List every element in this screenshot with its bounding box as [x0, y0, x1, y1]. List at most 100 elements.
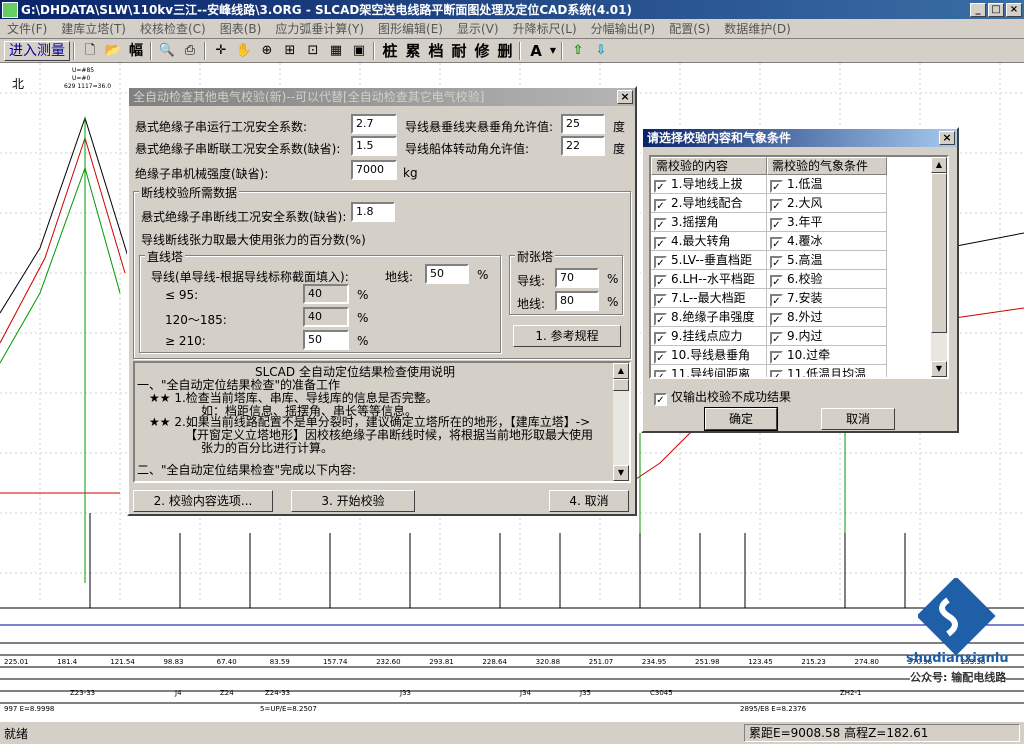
content-cell[interactable]: 2.导地线配合: [651, 194, 767, 213]
insulator-strength-input[interactable]: 7000: [351, 160, 397, 180]
range-210-input[interactable]: 50: [303, 330, 349, 350]
weather-checkbox[interactable]: [770, 256, 783, 269]
weather-checkbox[interactable]: [770, 351, 783, 364]
weather-cell[interactable]: 3.年平: [767, 213, 887, 232]
list-item[interactable]: 1.导地线上拔 1.低温: [651, 175, 887, 194]
toolbar-cumulative-button[interactable]: 累: [402, 41, 424, 61]
content-checkbox[interactable]: [654, 370, 667, 377]
rotation-angle-input[interactable]: 22: [561, 136, 605, 156]
column-header-content[interactable]: 需校验的内容: [651, 157, 767, 175]
toolbar-stake-button[interactable]: 桩: [379, 41, 401, 61]
weather-cell[interactable]: 1.低温: [767, 175, 887, 194]
weather-cell[interactable]: 10.过牵: [767, 346, 887, 365]
zoom-extent-icon[interactable]: ⊡: [302, 41, 324, 61]
straight-ground-input[interactable]: 50: [425, 264, 469, 284]
print-preview-icon[interactable]: 🔍: [156, 41, 178, 61]
cancel-button[interactable]: 取消: [821, 408, 895, 430]
scroll-down-icon[interactable]: ▼: [931, 361, 947, 377]
cancel-check-button[interactable]: 4. 取消: [549, 490, 629, 512]
maximize-button[interactable]: □: [988, 2, 1004, 17]
scroll-thumb[interactable]: [613, 379, 629, 391]
list-item[interactable]: 5.LV--垂直档距 5.高温: [651, 251, 887, 270]
list-item[interactable]: 6.LH--水平档距 6.校验: [651, 270, 887, 289]
content-checkbox[interactable]: [654, 294, 667, 307]
weather-checkbox[interactable]: [770, 275, 783, 288]
range-95-input[interactable]: 40: [303, 284, 349, 304]
weather-checkbox[interactable]: [770, 313, 783, 326]
menu-stress-sag[interactable]: 应力弧垂计算(Y): [268, 20, 371, 37]
save-icon[interactable]: ▣: [348, 41, 370, 61]
toolbar-delete-button[interactable]: 删: [494, 41, 516, 61]
content-cell[interactable]: 8.绝缘子串强度: [651, 308, 767, 327]
content-cell[interactable]: 4.最大转角: [651, 232, 767, 251]
menu-file[interactable]: 文件(F): [0, 20, 54, 37]
content-cell[interactable]: 1.导地线上拔: [651, 175, 767, 194]
minimize-button[interactable]: _: [970, 2, 986, 17]
check-options-button[interactable]: 2. 校验内容选项...: [133, 490, 273, 512]
weather-cell[interactable]: 9.内过: [767, 327, 887, 346]
weather-cell[interactable]: 2.大风: [767, 194, 887, 213]
content-checkbox[interactable]: [654, 199, 667, 212]
print-icon[interactable]: ⎙: [179, 41, 201, 61]
crosshair-icon[interactable]: ✛: [210, 41, 232, 61]
arrow-up-icon[interactable]: ⇧: [567, 41, 589, 61]
only-fail-option[interactable]: 仅输出校验不成功结果: [651, 388, 791, 406]
list-item[interactable]: 10.导线悬垂角 10.过牵: [651, 346, 887, 365]
content-cell[interactable]: 10.导线悬垂角: [651, 346, 767, 365]
weather-checkbox[interactable]: [770, 199, 783, 212]
list-item[interactable]: 2.导地线配合 2.大风: [651, 194, 887, 213]
menu-output[interactable]: 分幅输出(P): [584, 20, 663, 37]
tension-conductor-input[interactable]: 70: [555, 268, 599, 288]
break-condition-factor-input[interactable]: 1.8: [351, 202, 395, 222]
check-content-list[interactable]: 需校验的内容 需校验的气象条件 1.导地线上拔 1.低温 2.导地线配合 2.大风 3.…: [649, 155, 949, 379]
weather-checkbox[interactable]: [770, 237, 783, 250]
scroll-up-icon[interactable]: ▲: [931, 157, 947, 173]
content-cell[interactable]: 7.L--最大档距: [651, 289, 767, 308]
menu-build-tower[interactable]: 建库立塔(T): [54, 20, 133, 37]
open-folder-icon[interactable]: 📂: [102, 41, 124, 61]
list-item[interactable]: 3.摇摆角 3.年平: [651, 213, 887, 232]
content-checkbox[interactable]: [654, 256, 667, 269]
list-item[interactable]: 9.挂线点应力 9.内过: [651, 327, 887, 346]
menu-table[interactable]: 图表(B): [213, 20, 269, 37]
fit-window-icon[interactable]: ⊞: [279, 41, 301, 61]
reference-rules-button[interactable]: 1. 参考规程: [513, 325, 621, 347]
weather-checkbox[interactable]: [770, 218, 783, 231]
list-item[interactable]: 4.最大转角 4.覆冰: [651, 232, 887, 251]
dialog-close-button[interactable]: ×: [617, 90, 633, 104]
content-cell[interactable]: 6.LH--水平档距: [651, 270, 767, 289]
break-safety-factor-input[interactable]: 1.5: [351, 136, 397, 156]
scroll-thumb[interactable]: [931, 173, 947, 333]
only-fail-checkbox[interactable]: [654, 393, 667, 406]
arrow-down-icon[interactable]: ⇩: [590, 41, 612, 61]
zoom-icon[interactable]: ⊕: [256, 41, 278, 61]
start-check-button[interactable]: 3. 开始校验: [291, 490, 415, 512]
content-checkbox[interactable]: [654, 351, 667, 364]
list-item[interactable]: 7.L--最大档距 7.安装: [651, 289, 887, 308]
weather-checkbox[interactable]: [770, 180, 783, 193]
memo-scrollbar[interactable]: ▲ ▼: [613, 363, 629, 481]
content-checkbox[interactable]: [654, 237, 667, 250]
menu-ruler[interactable]: 升降标尺(L): [506, 20, 584, 37]
menu-edit[interactable]: 图形编辑(E): [371, 20, 450, 37]
dropdown-arrow-icon[interactable]: ▼: [548, 41, 558, 61]
dialog-close-button[interactable]: ×: [939, 131, 955, 145]
toolbar-modify-button[interactable]: 修: [471, 41, 493, 61]
menu-check[interactable]: 校核检查(C): [133, 20, 213, 37]
weather-checkbox[interactable]: [770, 332, 783, 345]
weather-cell[interactable]: 5.高温: [767, 251, 887, 270]
list-item[interactable]: 8.绝缘子串强度 8.外过: [651, 308, 887, 327]
weather-cell[interactable]: 11.低温且均温: [767, 365, 887, 377]
suspension-angle-input[interactable]: 25: [561, 114, 605, 134]
content-cell[interactable]: 9.挂线点应力: [651, 327, 767, 346]
sheet-icon[interactable]: 幅: [125, 41, 147, 61]
content-cell[interactable]: 11.导线间距离: [651, 365, 767, 377]
weather-checkbox[interactable]: [770, 294, 783, 307]
enter-survey-button[interactable]: 进入测量: [4, 40, 70, 61]
menu-view[interactable]: 显示(V): [450, 20, 506, 37]
menu-data[interactable]: 数据维护(D): [717, 20, 798, 37]
close-button[interactable]: ×: [1006, 2, 1022, 17]
content-checkbox[interactable]: [654, 180, 667, 193]
content-checkbox[interactable]: [654, 218, 667, 231]
op-safety-factor-input[interactable]: 2.7: [351, 114, 397, 134]
